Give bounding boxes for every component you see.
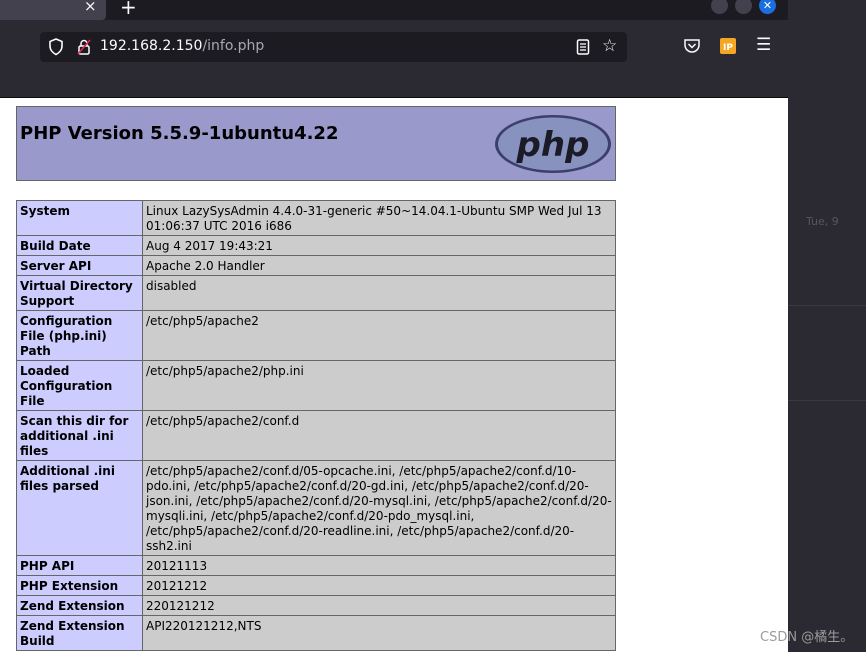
minimize-button[interactable]	[711, 0, 728, 14]
table-row: System Linux LazySysAdmin 4.4.0-31-generi…	[16, 200, 616, 236]
row-key: Build Date	[16, 235, 143, 256]
navigation-toolbar: 192.168.2.150/info.php ☆ IP ☰	[0, 20, 788, 72]
url-path: /info.php	[202, 38, 265, 54]
table-row: Loaded Configuration File/etc/php5/apach…	[16, 360, 616, 411]
row-key: Loaded Configuration File	[16, 360, 143, 411]
row-key: PHP API	[16, 555, 143, 576]
row-value: 220121212	[142, 595, 616, 616]
row-key: System	[16, 200, 143, 236]
row-value: Linux LazySysAdmin 4.4.0-31-generic #50~…	[142, 200, 616, 236]
shield-icon[interactable]	[48, 38, 64, 60]
row-key: Configuration File (php.ini) Path	[16, 310, 143, 361]
reader-view-icon[interactable]	[576, 38, 590, 60]
svg-text:php: php	[516, 125, 590, 165]
url-text[interactable]: 192.168.2.150/info.php	[100, 38, 264, 54]
window-close-button[interactable]: ✕	[759, 0, 776, 14]
row-key: Zend Extension Build	[16, 615, 143, 651]
svg-text:IP: IP	[723, 43, 733, 53]
browser-window: × + ✕ 192.168.2.150/info.php ☆ IP ☰ PHP …	[0, 0, 788, 652]
row-value: 20121113	[142, 555, 616, 576]
table-row: Virtual Directory Support disabled	[16, 275, 616, 311]
toolbar-strip	[0, 72, 788, 98]
table-row: Zend Extension Build API220121212,NTS	[16, 615, 616, 651]
row-key: Zend Extension	[16, 595, 143, 616]
row-value: Aug 4 2017 19:43:21	[142, 235, 616, 256]
table-row: Configuration File (php.ini) Path/etc/ph…	[16, 310, 616, 361]
tab-close-button[interactable]: ×	[84, 0, 97, 15]
row-value: Apache 2.0 Handler	[142, 255, 616, 276]
row-key: Scan this dir for additional .ini files	[16, 410, 143, 461]
insecure-lock-icon[interactable]	[76, 38, 92, 60]
watermark-text: CSDN @橘生。	[760, 630, 854, 645]
menu-hamburger-icon[interactable]: ☰	[756, 36, 771, 54]
row-value: /etc/php5/apache2/php.ini	[142, 360, 616, 411]
extension-ip-icon[interactable]: IP	[719, 37, 737, 59]
table-row: Scan this dir for additional .ini files /…	[16, 410, 616, 461]
row-value: disabled	[142, 275, 616, 311]
new-tab-button[interactable]: +	[120, 0, 137, 19]
table-row: Server API Apache 2.0 Handler	[16, 255, 616, 276]
row-value: 20121212	[142, 575, 616, 596]
table-row: Zend Extension 220121212	[16, 595, 616, 616]
background-window: Tue, 9	[788, 0, 866, 652]
row-key: Virtual Directory Support	[16, 275, 143, 311]
row-value: /etc/php5/apache2/conf.d	[142, 410, 616, 461]
page-title: PHP Version 5.5.9-1ubuntu4.22	[20, 123, 339, 144]
divider	[788, 305, 866, 306]
row-value: API220121212,NTS	[142, 615, 616, 651]
table-row: Build Date Aug 4 2017 19:43:21	[16, 235, 616, 256]
divider	[788, 400, 866, 401]
tab-active[interactable]: ×	[0, 0, 106, 20]
pocket-icon[interactable]	[683, 37, 701, 59]
row-key: Additional .ini files parsed	[16, 460, 143, 556]
table-row: Additional .ini files parsed/etc/php5/ap…	[16, 460, 616, 556]
php-header: PHP Version 5.5.9-1ubuntu4.22 php	[16, 106, 616, 181]
table-row: PHP API 20121113	[16, 555, 616, 576]
maximize-button[interactable]	[735, 0, 752, 14]
url-bar[interactable]: 192.168.2.150/info.php ☆	[40, 32, 627, 62]
table-row: PHP Extension 20121212	[16, 575, 616, 596]
tab-strip: × + ✕	[0, 0, 788, 20]
page-viewport: PHP Version 5.5.9-1ubuntu4.22 php System…	[0, 98, 788, 652]
bookmark-star-icon[interactable]: ☆	[602, 37, 617, 55]
php-logo-icon: php	[495, 115, 611, 173]
url-host: 192.168.2.150	[100, 38, 203, 54]
background-text: Tue, 9	[806, 215, 839, 228]
row-value: /etc/php5/apache2/conf.d/05-opcache.ini,…	[142, 460, 616, 556]
row-key: PHP Extension	[16, 575, 143, 596]
row-value: /etc/php5/apache2	[142, 310, 616, 361]
row-key: Server API	[16, 255, 143, 276]
php-info-table: System Linux LazySysAdmin 4.4.0-31-generi…	[16, 200, 616, 651]
